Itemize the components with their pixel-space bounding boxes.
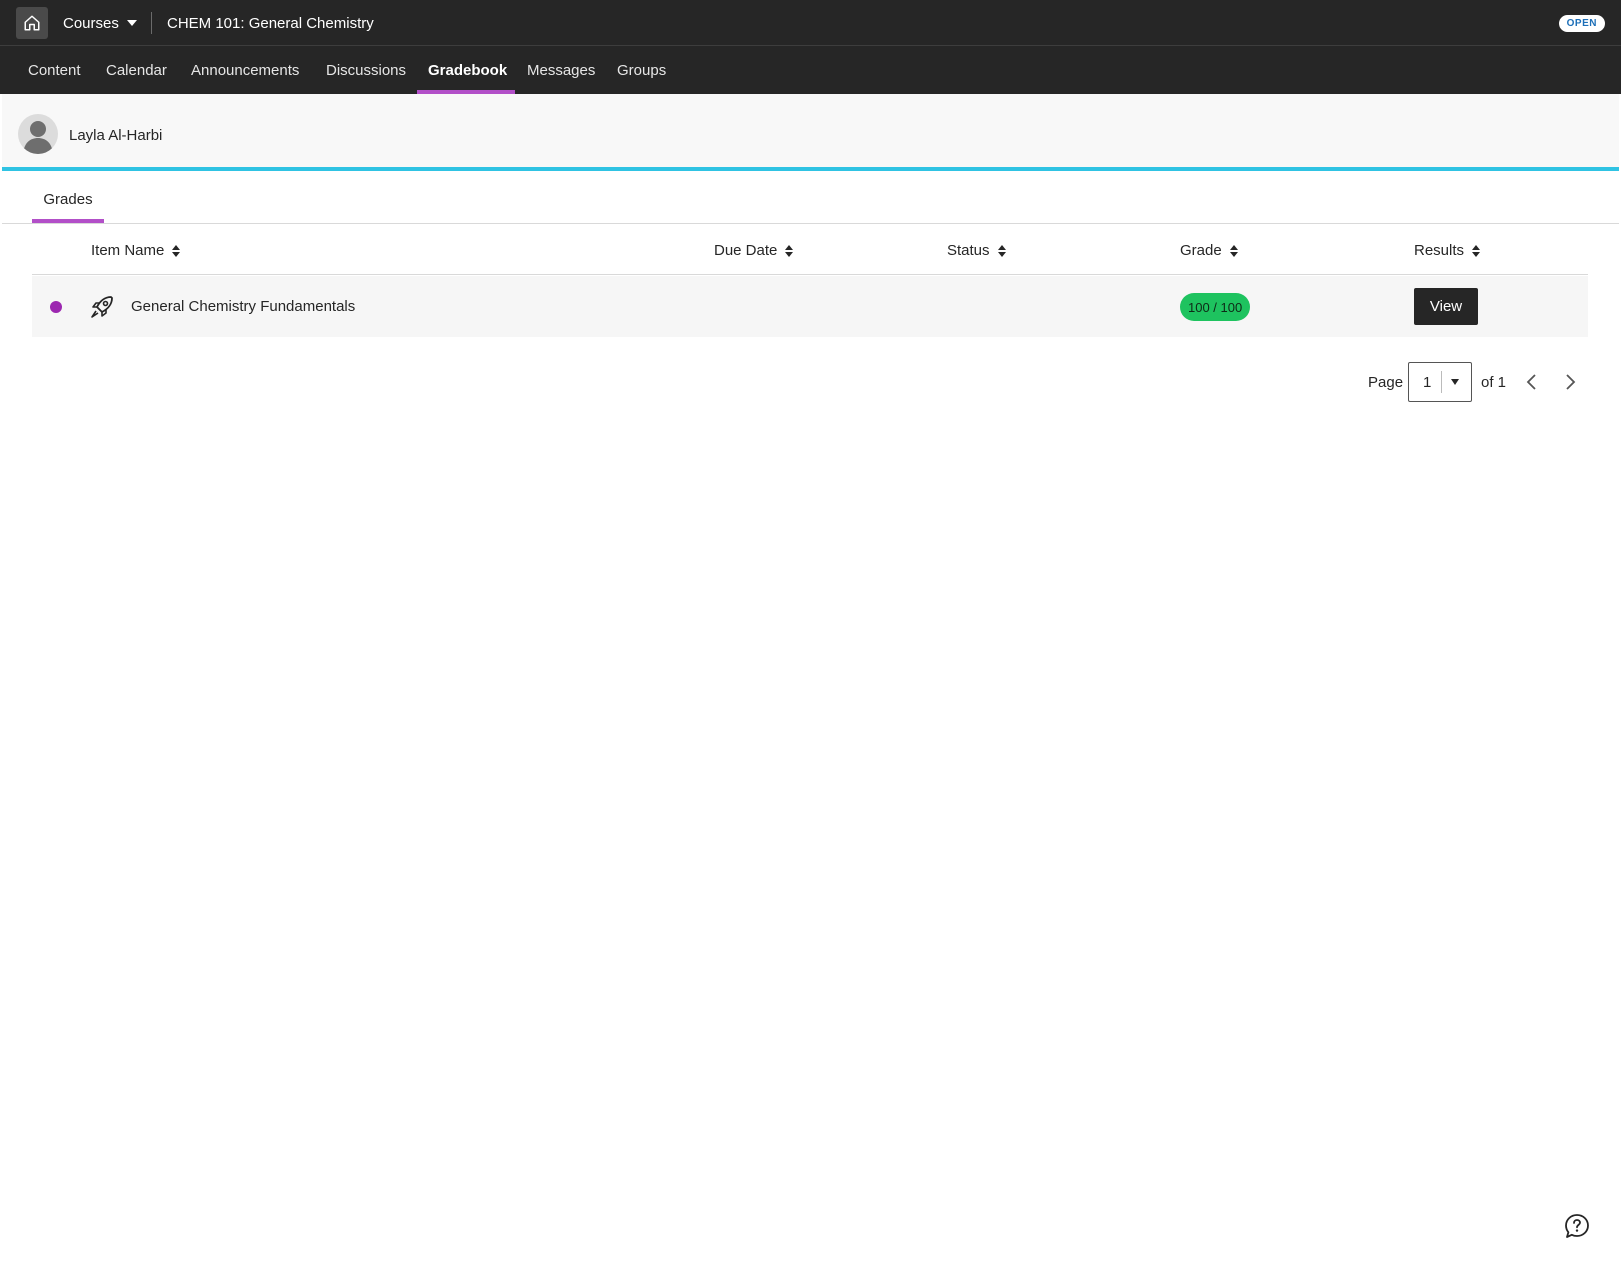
column-header-results[interactable]: Results: [1414, 226, 1481, 275]
divider: [151, 12, 152, 34]
tab-grades[interactable]: Grades: [32, 175, 104, 224]
page-select[interactable]: 1: [1408, 362, 1472, 402]
column-label: Item Name: [91, 242, 165, 259]
divider: [1441, 371, 1442, 393]
courses-label: Courses: [63, 14, 119, 32]
sort-icon: [785, 244, 794, 257]
student-name: Layla Al-Harbi: [69, 126, 163, 144]
caret-down-icon: [1451, 379, 1459, 385]
nav-item-content[interactable]: Content: [28, 46, 81, 94]
column-label: Due Date: [714, 242, 778, 259]
student-header: Layla Al-Harbi: [2, 94, 1619, 171]
caret-down-icon: [126, 20, 137, 26]
tab-bar: Grades: [2, 175, 1619, 224]
course-nav: Content Calendar Announcements Discussio…: [0, 46, 1621, 94]
column-label: Status: [947, 242, 990, 259]
column-header-item-name[interactable]: Item Name: [91, 226, 181, 275]
page-count: of 1: [1481, 373, 1507, 391]
nav-item-announcements[interactable]: Announcements: [191, 46, 299, 94]
sort-icon: [1229, 244, 1238, 257]
page-select-value: 1: [1423, 373, 1432, 391]
sort-icon: [997, 244, 1006, 257]
column-label: Results: [1414, 242, 1465, 259]
column-header-due-date[interactable]: Due Date: [714, 226, 794, 275]
new-item-indicator: [50, 301, 62, 313]
table-header: Item Name Due Date Status Grade Results: [32, 226, 1588, 275]
status-badge: OPEN: [1558, 15, 1605, 32]
sort-icon: [1472, 244, 1481, 257]
view-results-button[interactable]: View: [1414, 288, 1478, 325]
column-header-grade[interactable]: Grade: [1180, 226, 1239, 275]
next-page-button[interactable]: [1559, 371, 1581, 393]
grade-item-name[interactable]: General Chemistry Fundamentals: [131, 276, 355, 337]
nav-item-gradebook[interactable]: Gradebook: [428, 46, 507, 94]
course-title: CHEM 101: General Chemistry: [167, 14, 374, 32]
column-header-status[interactable]: Status: [947, 226, 1007, 275]
home-icon: [24, 15, 40, 31]
sort-icon: [172, 244, 181, 257]
help-icon: [1565, 1214, 1589, 1238]
home-button[interactable]: [16, 7, 48, 39]
nav-item-discussions[interactable]: Discussions: [326, 46, 406, 94]
avatar-icon: [23, 121, 53, 154]
chevron-right-icon: [1566, 374, 1576, 390]
courses-menu[interactable]: Courses: [63, 0, 137, 46]
chevron-left-icon: [1526, 374, 1536, 390]
rocket-icon: [91, 296, 113, 318]
grade-badge: 100 / 100: [1180, 293, 1251, 321]
top-bar: Courses CHEM 101: General Chemistry OPEN: [0, 0, 1621, 46]
nav-item-groups[interactable]: Groups: [617, 46, 666, 94]
column-label: Grade: [1180, 242, 1222, 259]
help-button[interactable]: [1563, 1212, 1591, 1240]
nav-item-calendar[interactable]: Calendar: [106, 46, 167, 94]
previous-page-button[interactable]: [1521, 371, 1543, 393]
table-row: General Chemistry Fundamentals 100 / 100…: [32, 276, 1588, 337]
page-label: Page: [1368, 373, 1404, 391]
nav-item-messages[interactable]: Messages: [527, 46, 595, 94]
active-tab-indicator: [32, 219, 104, 223]
avatar: [18, 114, 58, 154]
